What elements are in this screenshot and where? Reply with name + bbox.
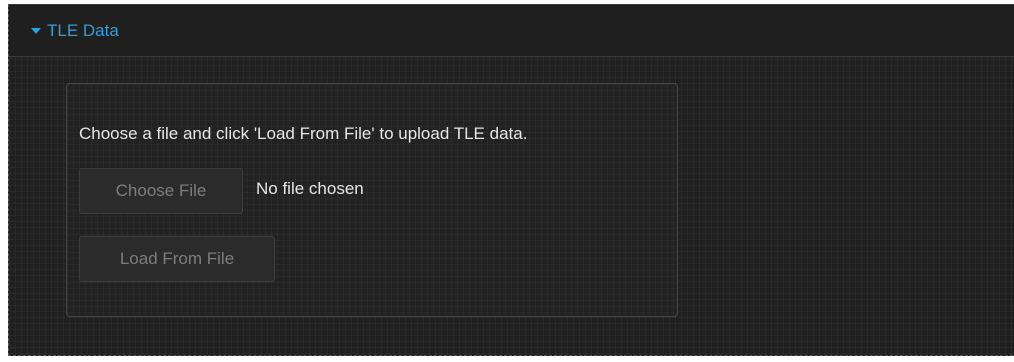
upload-panel: Choose a file and click 'Load From File'… (66, 83, 678, 317)
section-title[interactable]: TLE Data (47, 21, 119, 41)
load-from-file-button[interactable]: Load From File (79, 236, 275, 282)
caret-down-icon[interactable] (31, 28, 41, 34)
tle-data-section: TLE Data Choose a file and click 'Load F… (8, 4, 1014, 356)
file-status-text: No file chosen (256, 179, 364, 198)
upload-instructions: Choose a file and click 'Load From File'… (79, 124, 528, 143)
choose-file-button[interactable]: Choose File (79, 168, 243, 214)
section-header[interactable]: TLE Data (9, 5, 1014, 57)
